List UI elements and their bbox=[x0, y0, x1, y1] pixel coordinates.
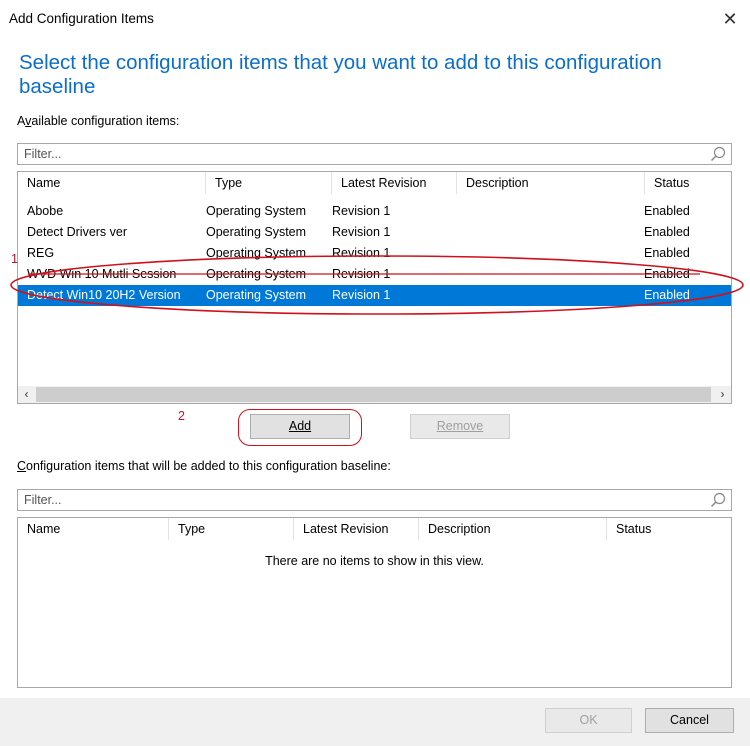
close-icon: ✕ bbox=[722, 9, 738, 29]
cell-type: Operating System bbox=[206, 204, 307, 218]
annotation-circle-add bbox=[238, 409, 362, 446]
ok-button[interactable]: OK bbox=[545, 708, 632, 733]
title-bar: Add Configuration Items ✕ bbox=[0, 0, 750, 38]
cancel-button[interactable]: Cancel bbox=[645, 708, 734, 733]
cell-status: Enabled bbox=[644, 225, 690, 239]
added-items-label: Configuration items that will be added t… bbox=[17, 459, 391, 473]
column-header-name[interactable]: Name bbox=[18, 172, 206, 194]
annotation-step-1: 1 bbox=[11, 252, 18, 266]
column-header-name[interactable]: Name bbox=[18, 518, 169, 540]
cell-revision: Revision 1 bbox=[332, 204, 391, 218]
cell-name: Detect Drivers ver bbox=[27, 225, 128, 239]
annotation-step-2: 2 bbox=[178, 409, 185, 423]
column-header-description[interactable]: Description bbox=[419, 518, 607, 540]
remove-button[interactable]: Remove bbox=[410, 414, 510, 439]
column-header-latest-revision[interactable]: Latest Revision bbox=[294, 518, 419, 540]
cell-description bbox=[448, 201, 636, 222]
close-button[interactable]: ✕ bbox=[710, 0, 750, 38]
column-header-type[interactable]: Type bbox=[169, 518, 294, 540]
cell-name: Abobe bbox=[27, 204, 64, 218]
cell-type: Operating System bbox=[206, 225, 307, 239]
column-header-latest-revision[interactable]: Latest Revision bbox=[332, 172, 457, 194]
available-items-label: Available configuration items: bbox=[17, 114, 180, 128]
available-filter-input[interactable] bbox=[20, 146, 708, 162]
horizontal-scrollbar[interactable]: ‹ › bbox=[18, 386, 731, 403]
scroll-right-icon[interactable]: › bbox=[714, 386, 731, 403]
column-header-status[interactable]: Status bbox=[645, 172, 731, 194]
search-icon[interactable] bbox=[710, 492, 726, 508]
dialog-footer: OK Cancel bbox=[0, 698, 750, 746]
added-filter-box bbox=[17, 489, 732, 511]
empty-list-message: There are no items to show in this view. bbox=[265, 554, 484, 568]
search-icon[interactable] bbox=[710, 146, 726, 162]
instruction-heading: Select the configuration items that you … bbox=[19, 51, 662, 98]
scrollbar-thumb[interactable] bbox=[36, 387, 711, 402]
cell-description bbox=[448, 222, 636, 243]
cell-revision: Revision 1 bbox=[332, 225, 391, 239]
list-item[interactable]: Abobe Operating System Revision 1 Enable… bbox=[18, 201, 731, 222]
annotation-circle-row bbox=[10, 255, 744, 315]
column-header-description[interactable]: Description bbox=[457, 172, 645, 194]
column-header-type[interactable]: Type bbox=[206, 172, 332, 194]
added-items-list[interactable]: Name Type Latest Revision Description St… bbox=[17, 517, 732, 688]
list-item[interactable]: Detect Drivers ver Operating System Revi… bbox=[18, 222, 731, 243]
cell-status: Enabled bbox=[644, 204, 690, 218]
column-header-status[interactable]: Status bbox=[607, 518, 731, 540]
available-filter-box bbox=[17, 143, 732, 165]
window-title: Add Configuration Items bbox=[9, 11, 154, 26]
scroll-left-icon[interactable]: ‹ bbox=[18, 386, 35, 403]
added-filter-input[interactable] bbox=[20, 492, 708, 508]
remove-button-label: Remove bbox=[436, 419, 484, 433]
